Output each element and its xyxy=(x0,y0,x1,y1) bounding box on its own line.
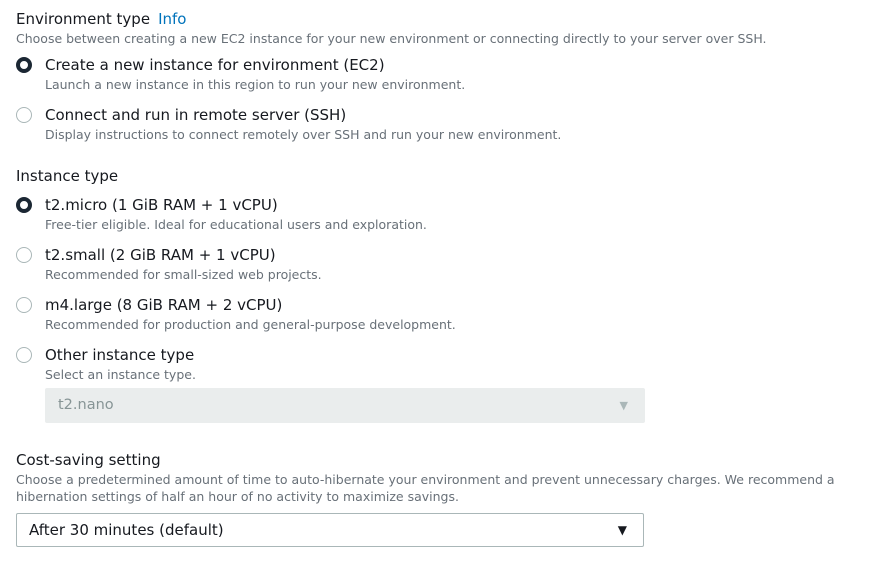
cost-saving-label: Cost-saving setting xyxy=(16,451,161,469)
environment-type-section: Environment type Info Choose between crea… xyxy=(16,8,868,143)
caret-down-icon: ▼ xyxy=(619,399,628,412)
environment-type-info-link[interactable]: Info xyxy=(158,10,186,28)
radio-option-ssh[interactable]: Connect and run in remote server (SSH) D… xyxy=(16,104,868,143)
other-instance-type-select: t2.nano ▼ xyxy=(45,388,645,423)
environment-type-label-row: Environment type Info xyxy=(16,8,868,30)
radio-option-t2-micro[interactable]: t2.micro (1 GiB RAM + 1 vCPU) Free-tier … xyxy=(16,194,868,233)
radio-option-ec2[interactable]: Create a new instance for environment (E… xyxy=(16,54,868,93)
radio-button-ssh[interactable] xyxy=(16,107,32,123)
cost-saving-select[interactable]: After 30 minutes (default) ▼ xyxy=(16,513,644,547)
environment-type-description: Choose between creating a new EC2 instan… xyxy=(16,31,767,46)
radio-button-ec2[interactable] xyxy=(16,57,32,73)
radio-option-description: Display instructions to connect remotely… xyxy=(45,127,562,142)
instance-type-section: Instance type t2.micro (1 GiB RAM + 1 vC… xyxy=(16,165,868,423)
environment-type-label: Environment type xyxy=(16,10,151,28)
environment-settings-form: Environment type Info Choose between crea… xyxy=(16,8,868,547)
radio-option-m4-large[interactable]: m4.large (8 GiB RAM + 2 vCPU) Recommende… xyxy=(16,294,868,333)
radio-option-other-instance[interactable]: Other instance type Select an instance t… xyxy=(16,344,868,423)
cost-saving-description: Choose a predetermined amount of time to… xyxy=(16,472,835,504)
instance-type-radio-group: t2.micro (1 GiB RAM + 1 vCPU) Free-tier … xyxy=(16,194,868,423)
radio-option-title: t2.small (2 GiB RAM + 1 vCPU) xyxy=(45,246,276,264)
radio-option-description: Free-tier eligible. Ideal for educationa… xyxy=(45,217,427,232)
environment-type-radio-group: Create a new instance for environment (E… xyxy=(16,54,868,143)
instance-type-label: Instance type xyxy=(16,167,119,185)
radio-option-description: Recommended for production and general-p… xyxy=(45,317,456,332)
cost-saving-section: Cost-saving setting Choose a predetermin… xyxy=(16,449,868,547)
caret-down-icon: ▼ xyxy=(617,523,627,537)
radio-option-title: Create a new instance for environment (E… xyxy=(45,56,385,74)
other-instance-type-value: t2.nano xyxy=(58,397,114,413)
radio-option-title: Connect and run in remote server (SSH) xyxy=(45,106,347,124)
radio-button-t2-micro[interactable] xyxy=(16,197,32,213)
radio-button-m4-large[interactable] xyxy=(16,297,32,313)
cost-saving-select-value: After 30 minutes (default) xyxy=(29,521,224,539)
radio-option-title: t2.micro (1 GiB RAM + 1 vCPU) xyxy=(45,196,278,214)
radio-button-other-instance[interactable] xyxy=(16,347,32,363)
radio-option-description: Recommended for small-sized web projects… xyxy=(45,267,322,282)
radio-option-description: Select an instance type. xyxy=(45,367,196,382)
radio-option-description: Launch a new instance in this region to … xyxy=(45,77,466,92)
radio-option-title: m4.large (8 GiB RAM + 2 vCPU) xyxy=(45,296,283,314)
radio-option-t2-small[interactable]: t2.small (2 GiB RAM + 1 vCPU) Recommende… xyxy=(16,244,868,283)
radio-option-title: Other instance type xyxy=(45,346,195,364)
radio-button-t2-small[interactable] xyxy=(16,247,32,263)
